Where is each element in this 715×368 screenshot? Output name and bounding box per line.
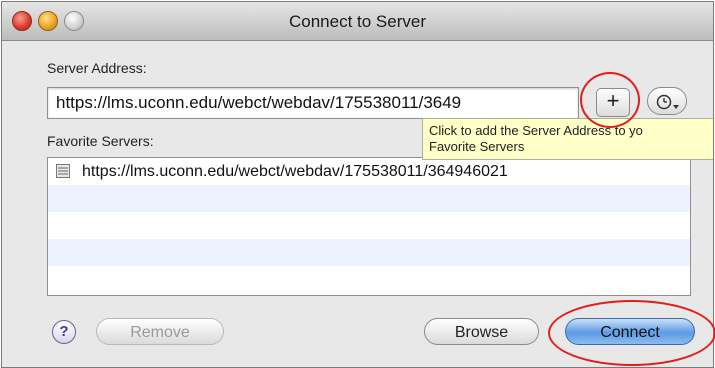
list-row-empty	[48, 266, 690, 293]
help-icon[interactable]: ?	[52, 320, 76, 344]
favorite-servers-label: Favorite Servers:	[47, 133, 154, 149]
remove-button[interactable]: Remove	[96, 318, 224, 345]
list-item[interactable]: https://lms.uconn.edu/webct/webdav/17553…	[48, 158, 690, 185]
add-favorite-button[interactable]: +	[596, 88, 630, 117]
server-icon	[56, 164, 70, 178]
clock-history-icon	[656, 94, 679, 110]
favorite-servers-list[interactable]: https://lms.uconn.edu/webct/webdav/17553…	[47, 157, 691, 296]
browse-button[interactable]: Browse	[424, 318, 539, 345]
tooltip-line-1: Click to add the Server Address to yo	[429, 123, 643, 138]
connect-to-server-window: Connect to Server Server Address: https:…	[1, 1, 714, 368]
window-title: Connect to Server	[288, 12, 426, 31]
favorite-server-url: https://lms.uconn.edu/webct/webdav/17553…	[82, 163, 508, 180]
server-address-label: Server Address:	[47, 60, 147, 76]
recent-servers-button[interactable]	[647, 87, 687, 115]
server-address-input[interactable]: https://lms.uconn.edu/webct/webdav/17553…	[47, 87, 579, 119]
list-row-empty	[48, 212, 690, 239]
tooltip-line-2: Favorite Servers	[429, 139, 525, 154]
connect-button[interactable]: Connect	[565, 318, 695, 345]
title-bar: Connect to Server	[2, 2, 713, 41]
add-favorite-tooltip: Click to add the Server Address to yo Fa…	[422, 118, 713, 160]
list-row-empty	[48, 239, 690, 266]
list-row-empty	[48, 185, 690, 212]
